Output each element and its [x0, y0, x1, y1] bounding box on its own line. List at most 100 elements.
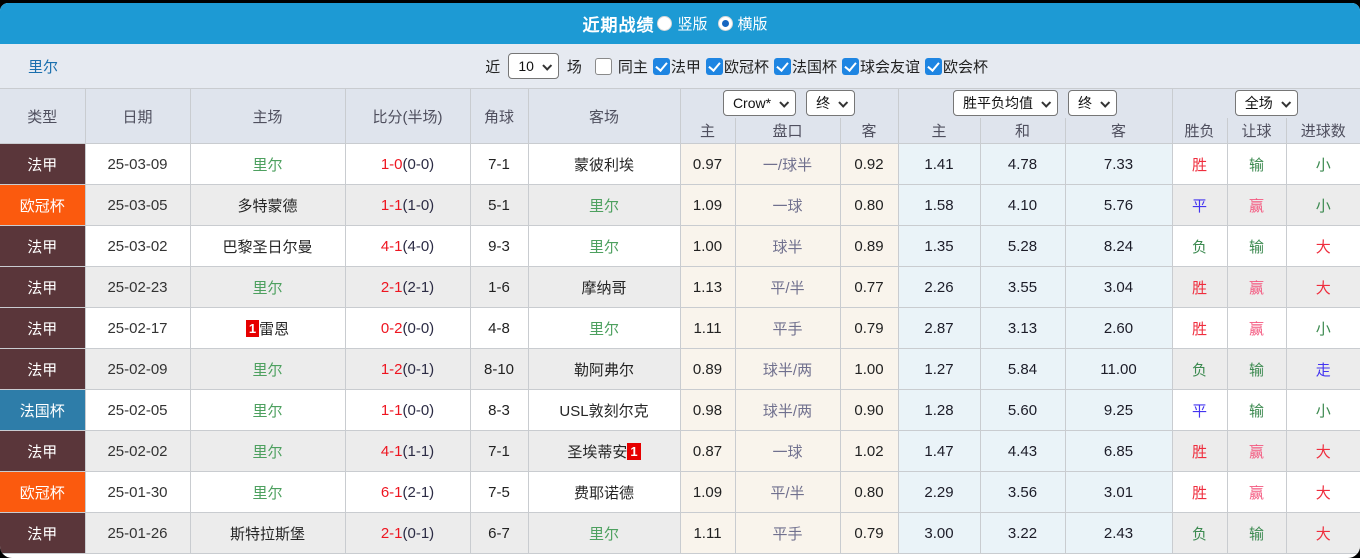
league-cell: 法甲 [0, 308, 85, 349]
score-cell: 1-1(0-0) [345, 390, 470, 431]
sub-header-avg-draw: 和 [980, 118, 1065, 144]
league-cell: 法甲 [0, 267, 85, 308]
odds-stage-select-1[interactable]: 终 [806, 90, 855, 116]
league-cell: 法甲 [0, 226, 85, 267]
page: 近期战绩 竖版 横版 里尔 近 10 场 同主 法甲 欧冠杯 [0, 0, 1360, 558]
radio-vertical-label[interactable]: 竖版 [677, 13, 707, 34]
team-name: 里尔 [252, 280, 282, 297]
team-name: 里尔 [252, 485, 282, 502]
recent-results-panel: 近期战绩 竖版 横版 里尔 近 10 场 同主 法甲 欧冠杯 [0, 3, 1360, 558]
team-name: 里尔 [252, 403, 282, 420]
col-header-date: 日期 [85, 89, 190, 144]
col-header-corner: 角球 [470, 89, 528, 144]
titlebar: 近期战绩 竖版 横版 [0, 3, 1360, 44]
date-cell: 25-03-09 [85, 144, 190, 185]
away-team-cell: 里尔 [528, 226, 680, 267]
corner-cell: 8-10 [470, 349, 528, 390]
result-goals-cell: 大 [1286, 267, 1360, 308]
halftime-score: (0-0) [403, 320, 435, 337]
result-handicap-cell: 赢 [1227, 267, 1286, 308]
recent-count-select[interactable]: 10 [508, 53, 559, 79]
team-name: 摩纳哥 [581, 280, 626, 297]
avg-source-select[interactable]: 胜平负均值 [953, 90, 1058, 116]
avg-draw-cell: 3.55 [980, 267, 1065, 308]
date-cell: 25-02-23 [85, 267, 190, 308]
score-cell: 2-1(2-1) [345, 267, 470, 308]
score-cell: 0-2(0-0) [345, 308, 470, 349]
matches-label: 场 [567, 56, 582, 77]
league-checkbox-friendly[interactable] [842, 58, 859, 75]
avg-away-cell: 6.85 [1065, 431, 1172, 472]
odds-home-cell: 1.00 [680, 226, 735, 267]
date-cell: 25-03-05 [85, 185, 190, 226]
result-wdl-cell: 负 [1172, 513, 1227, 554]
fulltime-score: 0-2 [381, 320, 403, 337]
match-date: 25-02-17 [107, 320, 167, 337]
team-name-link[interactable]: 里尔 [28, 56, 58, 77]
team-name: 里尔 [589, 239, 619, 256]
handicap-cell: 一球 [735, 185, 840, 226]
radio-horizontal-label[interactable]: 横版 [738, 13, 768, 34]
avg-away-cell: 3.04 [1065, 267, 1172, 308]
avg-home-cell: 1.28 [898, 390, 980, 431]
match-scope-select[interactable]: 全场 [1235, 90, 1298, 116]
result-handicap-cell: 输 [1227, 226, 1286, 267]
league-cell: 欧冠杯 [0, 185, 85, 226]
halftime-score: (1-1) [403, 443, 435, 460]
corner-cell: 6-7 [470, 513, 528, 554]
radio-horizontal-layout[interactable] [718, 16, 733, 31]
red-card-badge: 1 [246, 320, 259, 337]
result-handicap-cell: 输 [1227, 144, 1286, 185]
odds-away-cell: 0.92 [840, 144, 898, 185]
odds-away-cell: 0.80 [840, 185, 898, 226]
handicap-cell: 一球 [735, 431, 840, 472]
away-team-cell: 蒙彼利埃 [528, 144, 680, 185]
team-name: 圣埃蒂安 [567, 444, 627, 461]
match-row: 法国杯25-02-05里尔1-1(0-0)8-3USL敦刻尔克0.98球半/两0… [0, 390, 1360, 431]
avg-draw-cell: 4.10 [980, 185, 1065, 226]
league-cell: 法甲 [0, 513, 85, 554]
avg-draw-cell: 4.43 [980, 431, 1065, 472]
corner-cell: 9-3 [470, 226, 528, 267]
league-checkbox-conference[interactable] [925, 58, 942, 75]
date-cell: 25-03-02 [85, 226, 190, 267]
sub-header-crow-home: 主 [680, 118, 735, 144]
league-label-ligue1: 法甲 [671, 56, 701, 77]
home-team-cell: 多特蒙德 [190, 185, 345, 226]
odds-home-cell: 1.11 [680, 308, 735, 349]
sub-header-crow-away: 客 [840, 118, 898, 144]
team-name: 雷恩 [259, 321, 289, 338]
fulltime-score: 6-1 [381, 484, 403, 501]
odds-home-cell: 0.87 [680, 431, 735, 472]
team-name: 里尔 [252, 444, 282, 461]
league-cell: 法甲 [0, 144, 85, 185]
result-goals-cell: 大 [1286, 431, 1360, 472]
odds-away-cell: 1.00 [840, 349, 898, 390]
sub-header-handicap: 盘口 [735, 118, 840, 144]
results-tbody: 法甲25-03-09里尔1-0(0-0)7-1蒙彼利埃0.97一/球半0.921… [0, 144, 1360, 554]
result-handicap-cell: 赢 [1227, 308, 1286, 349]
result-wdl-cell: 负 [1172, 349, 1227, 390]
home-team-cell: 里尔 [190, 349, 345, 390]
league-checkbox-coupe[interactable] [774, 58, 791, 75]
league-checkbox-ligue1[interactable] [653, 58, 670, 75]
halftime-score: (2-1) [403, 484, 435, 501]
odds-away-cell: 0.89 [840, 226, 898, 267]
league-label-friendly: 球会友谊 [860, 56, 920, 77]
fulltime-score: 1-1 [381, 402, 403, 419]
league-label-ucl: 欧冠杯 [724, 56, 769, 77]
score-cell: 4-1(1-1) [345, 431, 470, 472]
same-home-checkbox[interactable] [595, 58, 612, 75]
radio-vertical-layout[interactable] [657, 16, 672, 31]
odds-stage-select-2[interactable]: 终 [1068, 90, 1117, 116]
avg-draw-cell: 5.60 [980, 390, 1065, 431]
league-checkbox-ucl[interactable] [706, 58, 723, 75]
result-goals-cell: 小 [1286, 308, 1360, 349]
result-handicap-cell: 赢 [1227, 431, 1286, 472]
match-date: 25-02-09 [107, 361, 167, 378]
match-scope-value: 全场 [1245, 93, 1273, 113]
odds-source-select[interactable]: Crow* [723, 90, 796, 116]
match-row: 法甲25-01-26斯特拉斯堡2-1(0-1)6-7里尔1.11平手0.793.… [0, 513, 1360, 554]
score-cell: 4-1(4-0) [345, 226, 470, 267]
handicap-cell: 一/球半 [735, 144, 840, 185]
